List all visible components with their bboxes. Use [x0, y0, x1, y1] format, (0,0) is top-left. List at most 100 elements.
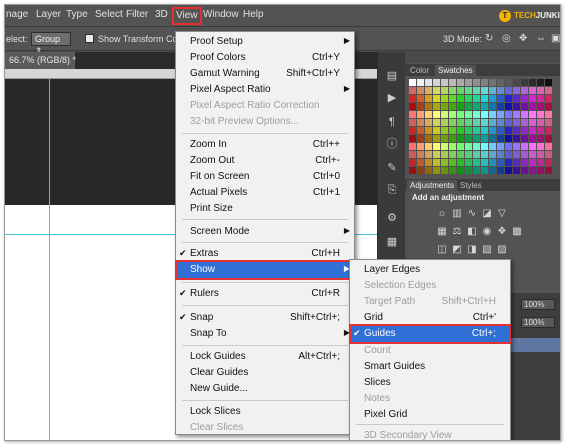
menu-item-lock-slices[interactable]: Lock Slices	[176, 404, 354, 420]
swatch[interactable]	[521, 119, 528, 126]
swatch[interactable]	[465, 167, 472, 174]
swatch[interactable]	[489, 103, 496, 110]
fill-field[interactable]: 100%	[521, 317, 555, 328]
threshold-icon[interactable]: ◨	[467, 245, 477, 255]
swatch[interactable]	[529, 127, 536, 134]
menu-window[interactable]: Window	[203, 9, 239, 20]
swatch[interactable]	[457, 111, 464, 118]
swatch[interactable]	[433, 103, 440, 110]
swatch[interactable]	[545, 119, 552, 126]
menu-filter[interactable]: Filter	[126, 9, 148, 20]
swatch[interactable]	[529, 111, 536, 118]
swatch[interactable]	[441, 167, 448, 174]
swatch[interactable]	[425, 79, 432, 86]
document-tab[interactable]: 66.7% (RGB/8) *	[5, 52, 76, 69]
swatch[interactable]	[457, 135, 464, 142]
swatch[interactable]	[529, 103, 536, 110]
menu-item-fit-on-screen[interactable]: Fit on Screen Ctrl+0	[176, 169, 354, 185]
swatch[interactable]	[465, 103, 472, 110]
swatch[interactable]	[449, 103, 456, 110]
swatch[interactable]	[449, 135, 456, 142]
brush-icon[interactable]: ✎	[385, 162, 399, 174]
menu-item-gamut-warning[interactable]: Gamut Warning Shift+Ctrl+Y	[176, 66, 354, 82]
swatch[interactable]	[409, 111, 416, 118]
color-lookup-icon[interactable]: ▩	[512, 227, 522, 237]
swatch[interactable]	[537, 119, 544, 126]
menu-item-pixel-aspect-ratio[interactable]: Pixel Aspect Ratio ▶	[176, 82, 354, 98]
swatch[interactable]	[529, 159, 536, 166]
swatch[interactable]	[489, 79, 496, 86]
submenu-item-layer-edges[interactable]: Layer Edges	[350, 262, 510, 278]
tab-swatches[interactable]: Swatches	[435, 65, 476, 76]
swatch[interactable]	[465, 95, 472, 102]
swatch[interactable]	[537, 167, 544, 174]
swatch[interactable]	[521, 79, 528, 86]
swatch[interactable]	[489, 127, 496, 134]
swatch[interactable]	[529, 135, 536, 142]
swatch[interactable]	[529, 87, 536, 94]
swatch[interactable]	[513, 143, 520, 150]
swatch[interactable]	[417, 103, 424, 110]
swatch[interactable]	[425, 119, 432, 126]
swatch[interactable]	[529, 79, 536, 86]
posterize-icon[interactable]: ◩	[452, 245, 462, 255]
swatch[interactable]	[497, 135, 504, 142]
menu-item-proof-colors[interactable]: Proof Colors Ctrl+Y	[176, 50, 354, 66]
swatch[interactable]	[417, 167, 424, 174]
swatch[interactable]	[537, 127, 544, 134]
swatch[interactable]	[473, 159, 480, 166]
swatch[interactable]	[481, 151, 488, 158]
menu-item-actual-pixels[interactable]: Actual Pixels Ctrl+1	[176, 185, 354, 201]
swatch[interactable]	[545, 135, 552, 142]
tab-styles[interactable]: Styles	[457, 180, 485, 191]
swatch[interactable]	[457, 95, 464, 102]
swatch[interactable]	[473, 119, 480, 126]
swatch[interactable]	[537, 135, 544, 142]
swatch[interactable]	[433, 111, 440, 118]
swatch[interactable]	[465, 79, 472, 86]
swatch[interactable]	[505, 95, 512, 102]
menu-help[interactable]: Help	[243, 9, 264, 20]
swatch[interactable]	[409, 95, 416, 102]
swatch[interactable]	[425, 127, 432, 134]
submenu-item-pixel-grid[interactable]: Pixel Grid	[350, 407, 510, 423]
menu-item-rulers[interactable]: ✔ Rulers Ctrl+R	[176, 286, 354, 302]
swatch[interactable]	[505, 119, 512, 126]
tab-adjustments[interactable]: Adjustments	[407, 180, 458, 191]
swatch[interactable]	[417, 95, 424, 102]
swatch[interactable]	[513, 127, 520, 134]
clone-icon[interactable]: ⎘	[385, 184, 399, 196]
swatch[interactable]	[425, 135, 432, 142]
3d-scale-icon[interactable]: ▣	[551, 33, 560, 44]
swatch[interactable]	[545, 103, 552, 110]
swatch[interactable]	[409, 159, 416, 166]
swatch[interactable]	[497, 151, 504, 158]
menu-item-proof-setup[interactable]: Proof Setup ▶	[176, 34, 354, 50]
layer-comps-icon[interactable]: ▦	[385, 236, 399, 248]
swatch[interactable]	[433, 151, 440, 158]
swatch[interactable]	[513, 159, 520, 166]
tool-preset-icon[interactable]: ⚙	[385, 212, 399, 224]
swatch[interactable]	[505, 167, 512, 174]
swatch[interactable]	[497, 167, 504, 174]
curves-icon[interactable]: ∿	[467, 209, 477, 219]
swatch[interactable]	[473, 127, 480, 134]
swatch[interactable]	[417, 143, 424, 150]
swatch[interactable]	[537, 159, 544, 166]
swatch[interactable]	[417, 127, 424, 134]
swatch[interactable]	[545, 143, 552, 150]
character-icon[interactable]: ¶	[385, 116, 399, 128]
swatch[interactable]	[409, 151, 416, 158]
swatch[interactable]	[449, 111, 456, 118]
swatch[interactable]	[449, 127, 456, 134]
swatch[interactable]	[449, 151, 456, 158]
swatch[interactable]	[433, 87, 440, 94]
swatch[interactable]	[457, 103, 464, 110]
swatch[interactable]	[537, 111, 544, 118]
transform-controls-checkbox[interactable]	[85, 34, 94, 43]
black-white-icon[interactable]: ◧	[467, 227, 477, 237]
swatch[interactable]	[529, 167, 536, 174]
swatch[interactable]	[465, 143, 472, 150]
swatch[interactable]	[489, 143, 496, 150]
swatch[interactable]	[449, 159, 456, 166]
